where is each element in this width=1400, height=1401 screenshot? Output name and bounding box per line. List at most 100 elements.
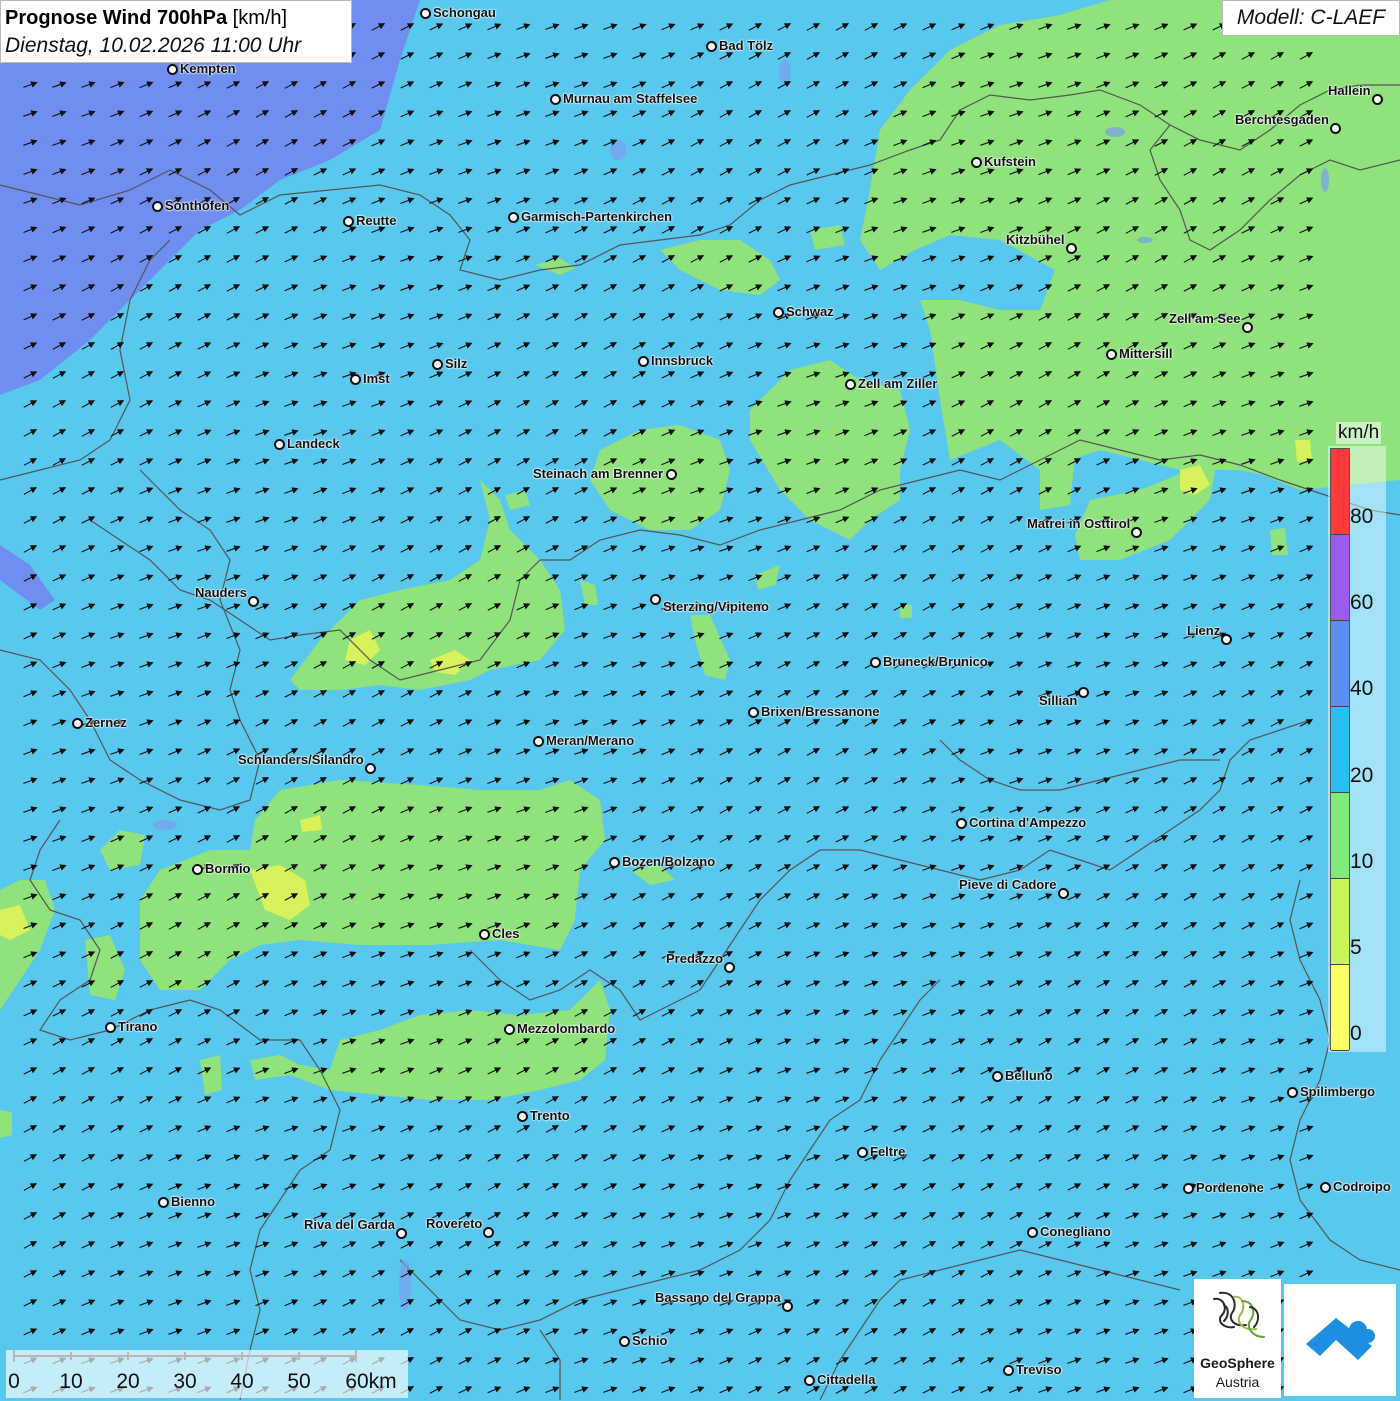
legend-color-segment (1331, 621, 1349, 707)
city-label: Bruneck/Brunico (883, 654, 988, 669)
title-box: Prognose Wind 700hPa [km/h] Dienstag, 10… (0, 0, 352, 63)
city-marker (1027, 1227, 1038, 1238)
city-marker (508, 212, 519, 223)
city-marker (1066, 243, 1077, 254)
city-marker (845, 379, 856, 390)
scale-label: 40 (230, 1370, 254, 1393)
geosphere-logo-subtext: Austria (1215, 1374, 1260, 1390)
legend-color-segment (1331, 965, 1349, 1051)
city-label: Zell am Ziller (858, 376, 938, 391)
city-label: Feltre (870, 1144, 906, 1159)
city-label: Riva del Garda (304, 1217, 396, 1232)
city-label: Matrei in Osttirol (1027, 516, 1131, 531)
city-label: Conegliano (1040, 1224, 1111, 1239)
city-marker (870, 657, 881, 668)
city-label: Rovereto (426, 1216, 483, 1231)
city-label: Spilimbergo (1300, 1084, 1376, 1099)
city-marker (72, 718, 83, 729)
city-label: Codroipo (1333, 1179, 1391, 1194)
city-label: Trento (530, 1108, 570, 1123)
legend-unit: km/h (1336, 422, 1382, 444)
city-marker (479, 929, 490, 940)
city-label: Sonthofen (165, 198, 230, 213)
geosphere-swirl-icon (1213, 1291, 1265, 1338)
city-label: Schlanders/Silandro (238, 752, 364, 767)
city-label: Bienno (171, 1194, 216, 1209)
city-label: Berchtesgaden (1235, 112, 1329, 127)
legend-tick-label: 80 (1350, 505, 1374, 528)
legend-tick-label: 40 (1350, 677, 1374, 700)
city-marker (619, 1336, 630, 1347)
city-marker (706, 41, 717, 52)
city-marker (274, 439, 285, 450)
city-marker (992, 1071, 1003, 1082)
city-label: Schwaz (786, 304, 834, 319)
city-marker (517, 1111, 528, 1122)
legend-color-segment (1331, 793, 1349, 879)
city-marker (365, 763, 376, 774)
city-label: Sterzing/Vipiteno (663, 599, 769, 614)
scale-bar: 0 10 20 30 40 50 60km (6, 1350, 408, 1398)
weather-app-logo (1284, 1284, 1396, 1396)
city-marker (1106, 349, 1117, 360)
city-label: Schio (632, 1333, 668, 1348)
legend-tick-label: 5 (1350, 936, 1362, 959)
city-label: Pordenone (1196, 1180, 1264, 1195)
city-label: Brixen/Bressanone (761, 704, 880, 719)
city-label: Lienz (1187, 623, 1221, 638)
city-marker (748, 707, 759, 718)
city-marker (956, 818, 967, 829)
city-marker (396, 1228, 407, 1239)
city-marker (782, 1301, 793, 1312)
city-label: Kitzbühel (1006, 232, 1065, 247)
city-label: Landeck (287, 436, 340, 451)
scale-label: 50 (287, 1370, 311, 1393)
legend-tick-label: 0 (1350, 1022, 1362, 1045)
model-label: Modell: C-LAEF (1222, 0, 1400, 36)
city-marker (609, 857, 620, 868)
legend-color-segment (1331, 879, 1349, 965)
legend-color-bar (1330, 448, 1350, 1051)
city-marker (1078, 687, 1089, 698)
city-marker (483, 1227, 494, 1238)
city-marker (1221, 634, 1232, 645)
city-label: Reutte (356, 213, 397, 228)
scale-label: 30 (173, 1370, 197, 1393)
app-arrow-icon (1306, 1318, 1375, 1360)
city-label: Pieve di Cadore (959, 877, 1057, 892)
city-marker (350, 374, 361, 385)
city-label: Nauders (195, 585, 248, 600)
city-label: Tirano (118, 1019, 158, 1034)
legend-color-segment (1331, 707, 1349, 793)
city-label: Mittersill (1119, 346, 1173, 361)
city-label: Meran/Merano (546, 733, 635, 748)
city-marker (1330, 123, 1341, 134)
scale-label: 0 (8, 1370, 20, 1393)
forecast-datetime: Dienstag, 10.02.2026 11:00 Uhr (5, 34, 302, 57)
city-marker (105, 1022, 116, 1033)
city-label: Zell am See (1169, 311, 1241, 326)
city-label: Predazzo (666, 951, 724, 966)
city-label: Kufstein (984, 154, 1036, 169)
city-marker (1003, 1365, 1014, 1376)
city-marker (533, 736, 544, 747)
city-label: Sillian (1039, 693, 1078, 708)
scale-label: 20 (116, 1370, 140, 1393)
legend: km/h 80 60 40 20 10 5 0 (1328, 420, 1386, 1052)
city-label: Kempten (180, 61, 236, 76)
city-label: Cortina d'Ampezzo (969, 815, 1087, 830)
city-marker (1183, 1183, 1194, 1194)
city-marker (152, 201, 163, 212)
scale-label: 60km (345, 1370, 397, 1393)
city-marker (192, 864, 203, 875)
city-label: Mezzolombardo (517, 1021, 616, 1036)
city-label: Treviso (1016, 1362, 1062, 1377)
city-label: Bassano del Grappa (655, 1290, 781, 1305)
city-label: Murnau am Staffelsee (563, 91, 698, 106)
city-label: Cles (492, 926, 520, 941)
city-marker (650, 594, 661, 605)
city-label: Zernez (85, 715, 127, 730)
city-label: Steinach am Brenner (533, 466, 664, 481)
legend-color-segment (1331, 449, 1349, 535)
city-label: Garmisch-Partenkirchen (521, 209, 673, 224)
